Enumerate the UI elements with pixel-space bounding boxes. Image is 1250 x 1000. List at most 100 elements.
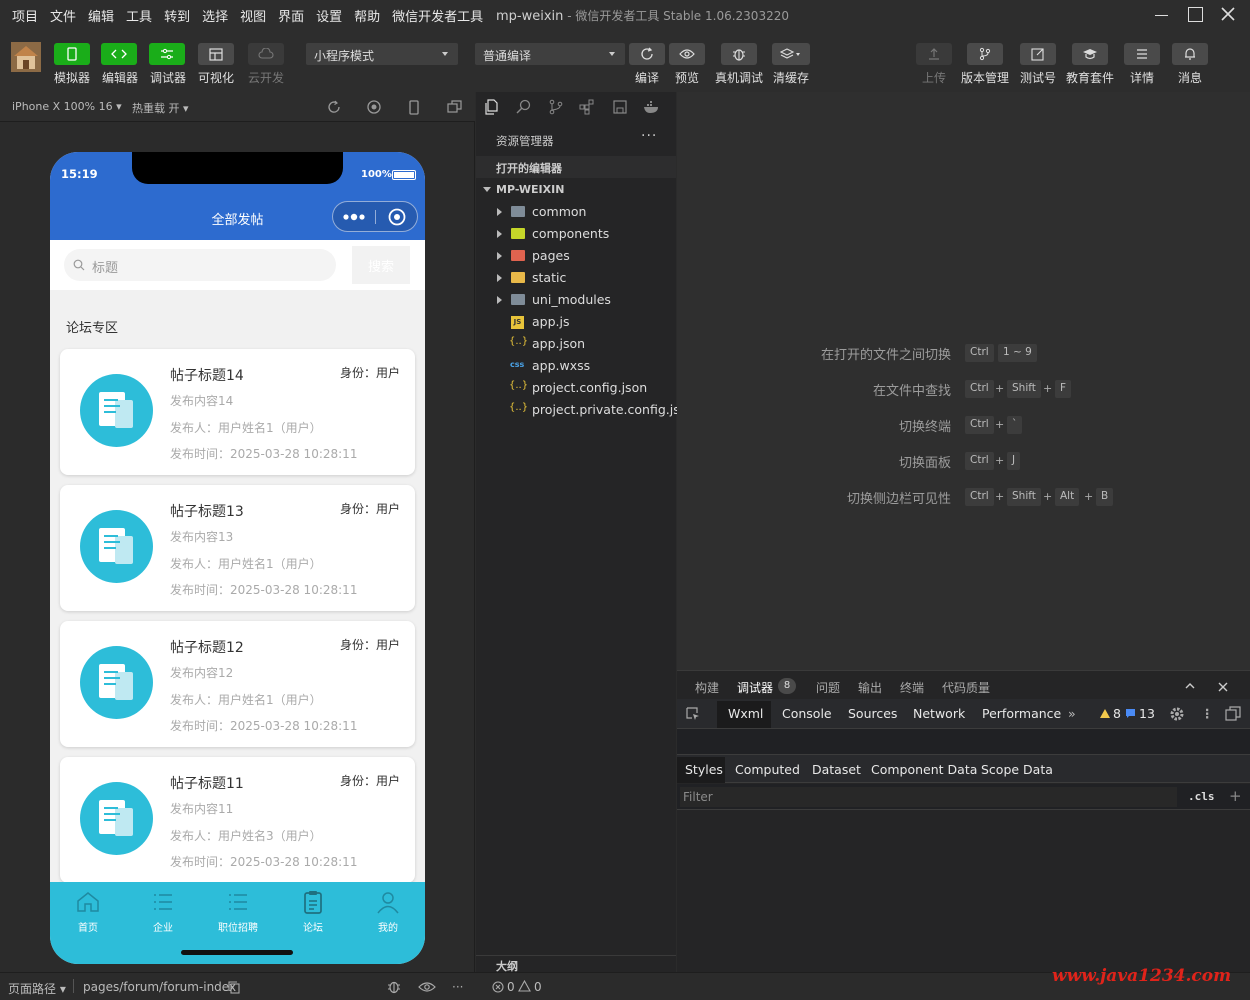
filter-input[interactable]: Filter [680,787,1177,807]
post-card[interactable]: 帖子标题11 身份：用户 发布内容11 发布人：用户姓名3（用户） 发布时间：2… [60,757,415,883]
details-button[interactable] [1124,43,1160,65]
tab-company[interactable]: 企业 [133,890,193,934]
compile-button[interactable] [629,43,665,65]
maximize-button[interactable] [1182,3,1210,27]
styles-tab-dataset[interactable]: Dataset [812,762,861,777]
compile-select[interactable]: 普通编译 [475,43,625,65]
docker-icon[interactable] [643,99,661,115]
styles-tab-component-data[interactable]: Component Data [871,762,977,777]
bug-icon[interactable] [386,979,402,994]
post-card[interactable]: 帖子标题12 身份：用户 发布内容12 发布人：用户姓名1（用户） 发布时间：2… [60,621,415,747]
styles-tab-scope-data[interactable]: Scope Data [981,762,1053,777]
detach-window-icon[interactable] [447,100,462,114]
menu-edit[interactable]: 编辑 [82,6,120,25]
more-icon[interactable]: ··· [641,128,657,144]
remote-debug-button[interactable] [721,43,757,65]
dock-icon[interactable] [1225,706,1241,722]
search-icon[interactable] [516,99,532,115]
menu-help[interactable]: 帮助 [348,6,386,25]
extensions-icon[interactable] [579,99,595,115]
cls-toggle-button[interactable]: .cls [1188,790,1215,803]
folder-pages[interactable]: pages [476,245,676,267]
rotate-icon[interactable] [327,100,341,114]
devtools-tab-performance[interactable]: Performance [982,706,1061,721]
more-icon[interactable]: ··· [452,980,463,994]
message-count[interactable]: 13 [1139,706,1155,721]
files-icon[interactable] [484,99,500,115]
close-icon[interactable] [1217,681,1229,693]
warning-count[interactable]: 8 [1113,706,1121,721]
menu-settings[interactable]: 设置 [310,6,348,25]
cloud-dev-button[interactable] [248,43,284,65]
file-project-config[interactable]: {..} project.config.json [476,377,676,399]
tab-forum[interactable]: 论坛 [283,890,343,934]
test-account-button[interactable] [1020,43,1056,65]
add-style-icon[interactable]: + [1229,787,1242,805]
record-icon[interactable] [367,100,381,114]
post-card[interactable]: 帖子标题14 身份：用户 发布内容14 发布人：用户姓名1（用户） 发布时间：2… [60,349,415,475]
tab-build[interactable]: 构建 [695,679,719,696]
tab-output[interactable]: 输出 [858,679,882,696]
simulator-toggle-button[interactable] [54,43,90,65]
minimize-button[interactable] [1148,3,1176,27]
file-app-json[interactable]: {..} app.json [476,333,676,355]
visual-toggle-button[interactable] [198,43,234,65]
menu-devtools[interactable]: 微信开发者工具 [386,6,489,25]
upload-button[interactable] [916,43,952,65]
phone-outline-icon[interactable] [408,100,420,115]
file-app-wxss[interactable]: css app.wxss [476,355,676,377]
mode-select[interactable]: 小程序模式 [306,43,458,65]
search-button[interactable]: 搜索 [352,246,410,284]
clear-cache-button[interactable] [772,43,810,65]
styles-tab-styles[interactable]: Styles [685,762,723,777]
open-editors-section[interactable]: 打开的编辑器 [476,156,676,178]
file-project-private-config[interactable]: {..} project.private.config.js... [476,399,692,421]
menu-view[interactable]: 视图 [234,6,272,25]
menu-goto[interactable]: 转到 [158,6,196,25]
devtools-tab-network[interactable]: Network [913,706,965,721]
folder-components[interactable]: components [476,223,676,245]
warning-count[interactable]: 0 [534,980,542,994]
menu-interface[interactable]: 界面 [272,6,310,25]
education-kit-button[interactable] [1072,43,1108,65]
post-card[interactable]: 帖子标题13 身份：用户 发布内容13 发布人：用户姓名1（用户） 发布时间：2… [60,485,415,611]
tab-mine[interactable]: 我的 [358,890,418,934]
eye-icon[interactable] [418,981,436,993]
menu-file[interactable]: 文件 [44,6,82,25]
more-dots-icon[interactable] [342,212,366,222]
menu-select[interactable]: 选择 [196,6,234,25]
version-control-button[interactable] [967,43,1003,65]
chevron-up-icon[interactable] [1184,681,1196,691]
debugger-toggle-button[interactable] [149,43,185,65]
avatar[interactable] [11,42,41,72]
folder-static[interactable]: static [476,267,676,289]
tab-terminal[interactable]: 终端 [900,679,924,696]
tab-home[interactable]: 首页 [58,890,118,934]
hotreload-select[interactable]: 热重载 开 ▾ [132,100,189,116]
save-icon[interactable] [612,99,628,115]
menu-tools[interactable]: 工具 [120,6,158,25]
close-button[interactable] [1214,3,1242,27]
kebab-menu-icon[interactable]: ⋮ [1201,706,1214,721]
folder-common[interactable]: common [476,201,676,223]
styles-tab-computed[interactable]: Computed [735,762,800,777]
more-tabs-icon[interactable]: » [1068,706,1076,721]
devtools-tab-wxml[interactable]: Wxml [728,706,763,721]
devtools-tab-console[interactable]: Console [782,706,832,721]
inspect-element-icon[interactable] [685,706,701,722]
device-select[interactable]: iPhone X 100% 16 ▾ [12,100,122,113]
preview-button[interactable] [669,43,705,65]
page-path-select[interactable]: 页面路径 ▾ [8,980,66,997]
tab-problems[interactable]: 问题 [816,679,840,696]
tab-debugger[interactable]: 调试器 [737,679,773,696]
gear-icon[interactable] [1169,706,1185,722]
folder-uni-modules[interactable]: uni_modules [476,289,676,311]
tab-jobs[interactable]: 职位招聘 [208,890,268,934]
copy-icon[interactable] [228,981,240,994]
messages-button[interactable] [1172,43,1208,65]
error-count[interactable]: 0 [507,980,515,994]
tab-code-quality[interactable]: 代码质量 [942,679,990,696]
close-target-icon[interactable] [388,208,406,226]
source-control-icon[interactable] [548,99,564,115]
file-app-js[interactable]: JS app.js [476,311,676,333]
